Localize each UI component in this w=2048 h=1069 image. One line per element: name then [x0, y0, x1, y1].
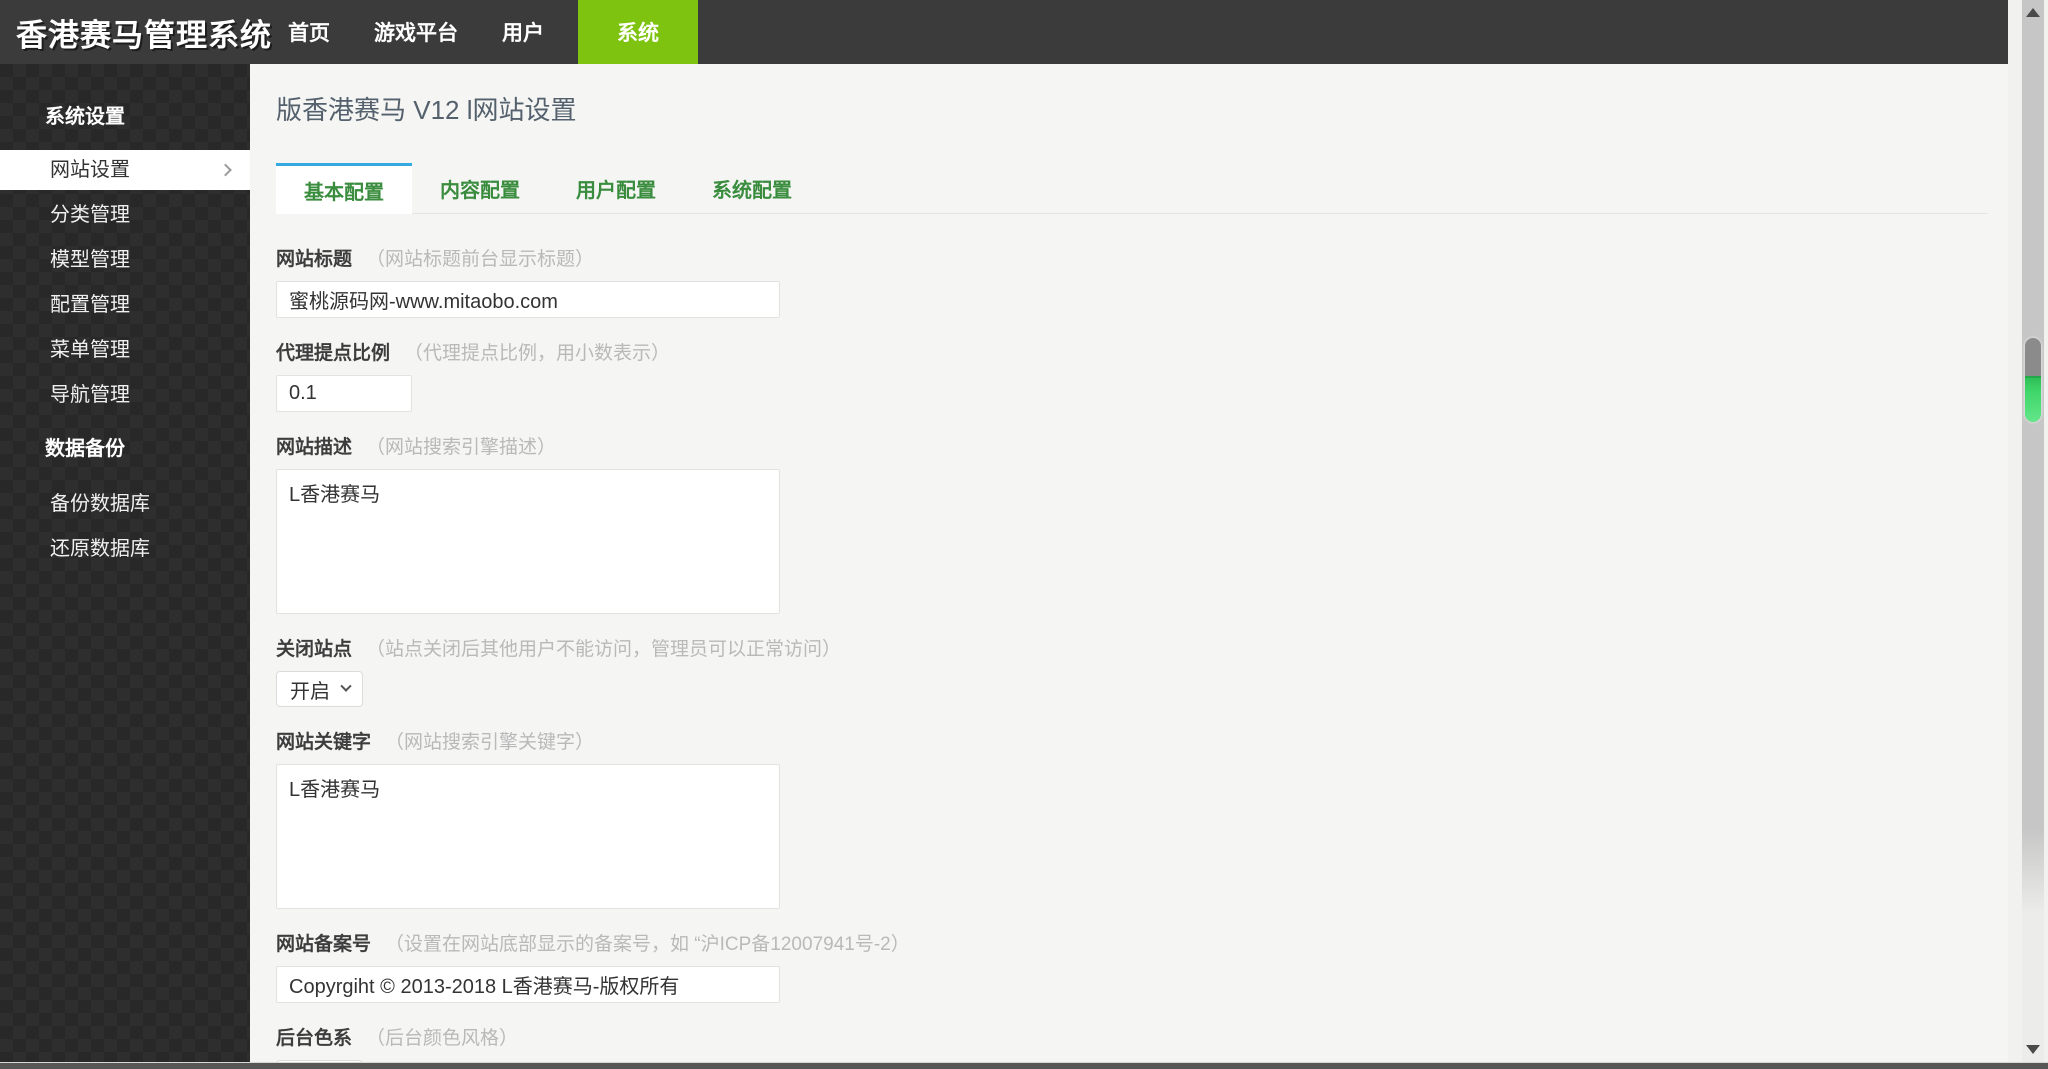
tab[interactable]: 内容配置: [412, 163, 548, 213]
tab[interactable]: 用户配置: [548, 163, 684, 213]
main-content: 版香港赛马 V12 l网站设置 基本配置 内容配置 用户配置 系统配置 网站标题…: [250, 64, 2008, 1062]
form-field: 后台色系 （后台颜色风格） 默认: [276, 1023, 1988, 1062]
app-logo[interactable]: 香港赛马管理系统: [16, 0, 271, 64]
chevron-right-icon: [219, 163, 232, 177]
sidebar-item-label: 配置管理: [50, 294, 130, 316]
field-label: 网站关键字: [276, 732, 372, 753]
form-field: 关闭站点 （站点关闭后其他用户不能访问，管理员可以正常访问） 开启: [276, 634, 1988, 707]
settings-form: 网站标题 （网站标题前台显示标题） 代理提点比例 （代理提点比例，用小数表示）: [276, 244, 1988, 1062]
scrollbar-thumb[interactable]: [2025, 338, 2041, 422]
sidebar-item[interactable]: 还原数据库: [0, 527, 250, 572]
sidebar-item[interactable]: 备份数据库: [0, 482, 250, 527]
sidebar-item[interactable]: 模型管理: [0, 238, 250, 283]
sidebar-item-label: 菜单管理: [50, 339, 130, 361]
field-label: 网站描述: [276, 437, 353, 458]
sidebar-item-label: 备份数据库: [50, 493, 150, 515]
bottom-edge-bar: [0, 1062, 2048, 1069]
field-label: 关闭站点: [276, 639, 353, 660]
top-nav-item[interactable]: 系统: [578, 0, 698, 64]
field-hint: （设置在网站底部显示的备案号，如 “沪ICP备12007941号-2）: [385, 934, 910, 955]
scroll-up-arrow-icon[interactable]: [2026, 8, 2040, 17]
field-label: 代理提点比例: [276, 343, 391, 364]
page-title: 版香港赛马 V12 l网站设置: [276, 95, 577, 125]
textarea-input[interactable]: [276, 764, 780, 909]
field-hint: （网站搜索引擎关键字）: [385, 732, 595, 753]
text-input[interactable]: [276, 281, 780, 318]
form-field: 网站标题 （网站标题前台显示标题）: [276, 244, 1988, 318]
chevron-down-icon: [340, 680, 352, 692]
form-field: 网站备案号 （设置在网站底部显示的备案号，如 “沪ICP备12007941号-2…: [276, 929, 1988, 1003]
tab-bar: 基本配置 内容配置 用户配置 系统配置: [276, 163, 1988, 214]
sidebar-item[interactable]: 分类管理: [0, 193, 250, 238]
field-label: 后台色系: [276, 1028, 353, 1049]
field-hint: （站点关闭后其他用户不能访问，管理员可以正常访问）: [366, 639, 842, 660]
field-label: 网站备案号: [276, 934, 372, 955]
sidebar: 系统设置 网站设置 分类管理 模型管理 配置管理 菜单管理 导航管理 数据备份 …: [0, 64, 250, 1062]
text-input[interactable]: [276, 966, 780, 1003]
text-input[interactable]: [276, 375, 412, 412]
form-field: 网站描述 （网站搜索引擎描述）: [276, 432, 1988, 614]
scroll-down-arrow-icon[interactable]: [2026, 1045, 2040, 1054]
sidebar-item[interactable]: 菜单管理: [0, 328, 250, 373]
select-value: 开启: [290, 680, 330, 703]
sidebar-item-label: 模型管理: [50, 249, 130, 271]
select-dropdown[interactable]: 开启: [276, 671, 363, 707]
sidebar-item[interactable]: 网站设置: [0, 150, 250, 190]
sidebar-item-label: 导航管理: [50, 384, 130, 406]
sidebar-item-label: 还原数据库: [50, 538, 150, 560]
field-label: 网站标题: [276, 249, 353, 270]
sidebar-item-label: 网站设置: [50, 159, 130, 181]
field-hint: （网站搜索引擎描述）: [366, 437, 557, 458]
top-nav-item[interactable]: 首页: [286, 0, 332, 64]
tab[interactable]: 系统配置: [684, 163, 820, 213]
sidebar-section: 数据备份 备份数据库 还原数据库: [0, 436, 250, 572]
form-field: 网站关键字 （网站搜索引擎关键字）: [276, 727, 1988, 909]
sidebar-item[interactable]: 配置管理: [0, 283, 250, 328]
scrollbar[interactable]: [2008, 0, 2048, 1062]
sidebar-item-label: 分类管理: [50, 204, 130, 226]
sidebar-section-heading: 系统设置: [45, 106, 125, 128]
scrollbar-track[interactable]: [2022, 0, 2044, 1062]
textarea-input[interactable]: [276, 469, 780, 614]
field-hint: （后台颜色风格）: [366, 1028, 519, 1049]
top-nav-menu: 首页 游戏平台 用户 系统: [246, 0, 698, 64]
field-hint: （网站标题前台显示标题）: [366, 249, 595, 270]
tab[interactable]: 基本配置: [276, 163, 412, 214]
top-nav-item[interactable]: 用户: [500, 0, 546, 64]
sidebar-item[interactable]: 导航管理: [0, 373, 250, 418]
sidebar-section: 系统设置 网站设置 分类管理 模型管理 配置管理 菜单管理 导航管理: [0, 104, 250, 418]
field-hint: （代理提点比例，用小数表示）: [404, 343, 671, 364]
top-nav-item[interactable]: 游戏平台: [372, 0, 460, 64]
sidebar-section-heading: 数据备份: [45, 438, 125, 460]
top-navbar: 香港赛马管理系统 首页 游戏平台 用户 系统: [0, 0, 2048, 64]
form-field: 代理提点比例 （代理提点比例，用小数表示）: [276, 338, 1988, 412]
